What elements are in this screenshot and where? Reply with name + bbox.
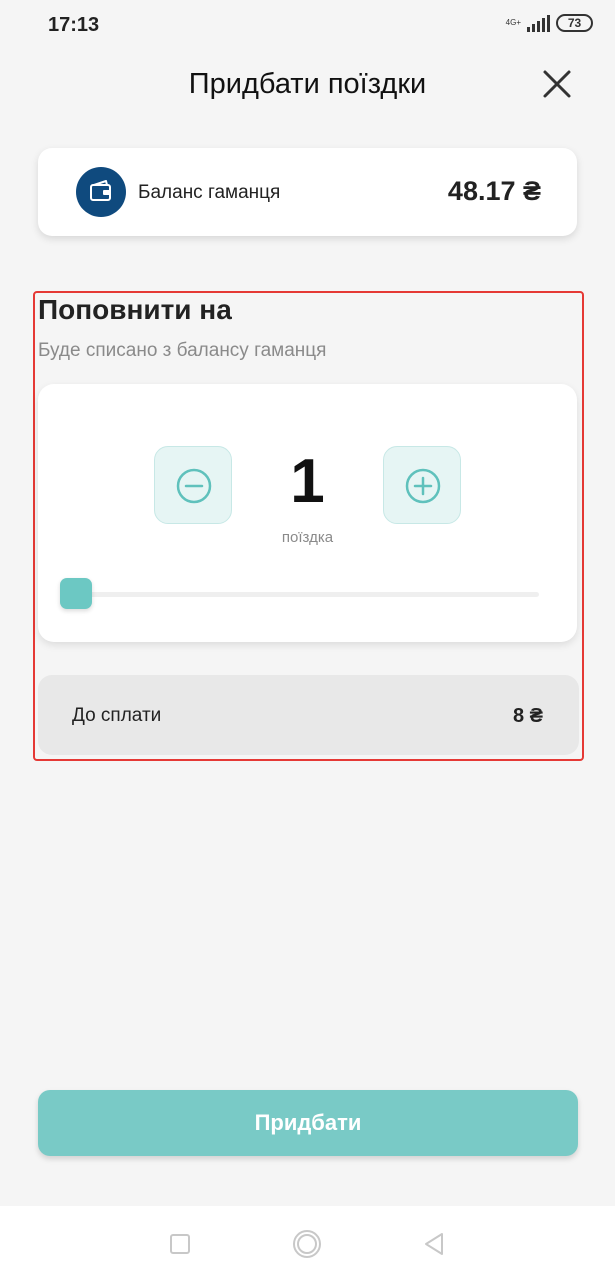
status-bar: 17:13 4G+ 73 <box>0 0 615 54</box>
back-button[interactable] <box>418 1228 450 1260</box>
triangle-back-icon <box>425 1233 443 1255</box>
increase-button[interactable] <box>383 446 461 524</box>
topup-subtitle: Буде списано з балансу гаманця <box>38 340 327 361</box>
header: Придбати поїздки <box>0 54 615 114</box>
home-button[interactable] <box>291 1228 323 1260</box>
wallet-balance-amount: 48.17 ₴ <box>447 176 541 206</box>
topup-title: Поповнити на <box>38 294 232 325</box>
trip-slider-track[interactable] <box>76 592 539 597</box>
wallet-balance-card: Баланс гаманця 48.17 ₴ <box>38 148 577 236</box>
status-indicators: 4G+ 73 <box>506 14 593 32</box>
page-title: Придбати поїздки <box>188 68 427 100</box>
status-time: 17:13 <box>48 14 100 36</box>
recents-button[interactable] <box>164 1228 196 1260</box>
system-nav-bar <box>0 1206 615 1280</box>
trip-count-unit: поїздка <box>281 529 334 546</box>
battery-icon: 73 <box>556 14 593 32</box>
trip-slider-thumb[interactable] <box>60 578 92 609</box>
plus-icon <box>405 468 441 504</box>
trip-counter-card: 1 поїздка <box>38 384 577 642</box>
wallet-icon <box>76 167 126 217</box>
network-type: 4G+ <box>505 18 521 27</box>
square-icon <box>170 1234 190 1254</box>
wallet-balance-label: Баланс гаманця <box>138 182 281 203</box>
trip-count: 1 <box>290 447 325 516</box>
total-label: До сплати <box>72 705 162 726</box>
signal-icon <box>527 14 550 32</box>
screen: 17:13 4G+ 73 Придбати поїздки Баланс гам… <box>0 0 615 1280</box>
circle-icon <box>293 1230 321 1258</box>
close-icon <box>543 70 571 98</box>
buy-button[interactable]: Придбати <box>38 1090 578 1156</box>
close-button[interactable] <box>539 66 575 102</box>
total-row: До сплати 8 ₴ <box>38 675 579 755</box>
total-amount: 8 ₴ <box>512 705 543 727</box>
